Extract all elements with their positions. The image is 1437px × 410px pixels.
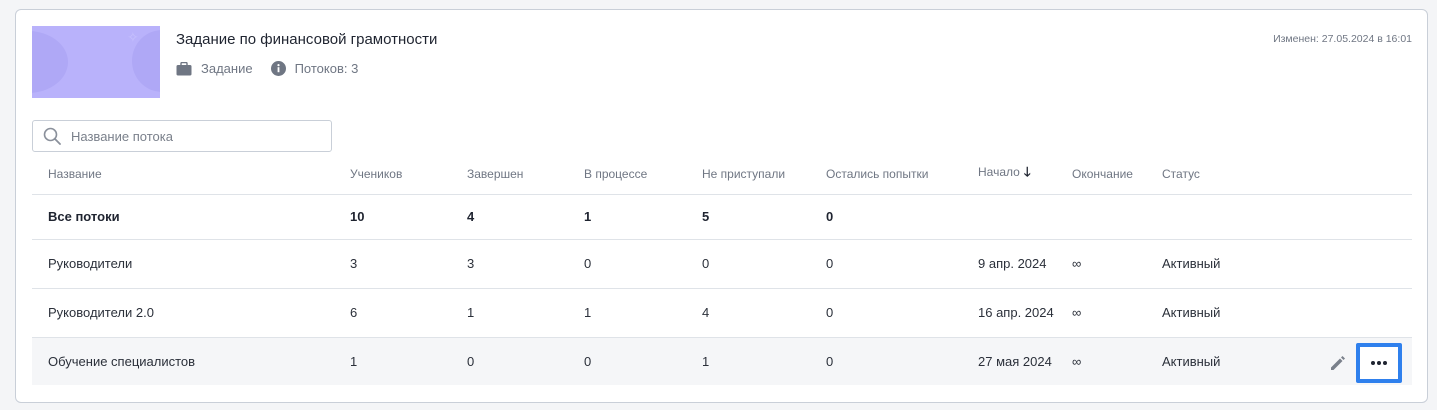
column-header-name[interactable]: Название	[32, 154, 350, 195]
cell-attempts-left: 0	[826, 288, 978, 338]
pencil-icon	[1331, 356, 1345, 370]
streams-count: Потоков: 3	[294, 61, 359, 76]
cell-status: Активный	[1162, 337, 1302, 385]
cell-in-progress: 1	[584, 194, 702, 240]
table-row[interactable]: Руководители 2.0 6 1 1 4 0 16 апр. 2024 …	[32, 288, 1412, 338]
column-header-completed[interactable]: Завершен	[467, 154, 584, 195]
table-header-row: Название Учеников Завершен В процессе Не…	[32, 154, 1412, 195]
cell-status: Активный	[1162, 239, 1302, 289]
cell-end: ∞	[1072, 239, 1162, 289]
cell-not-started: 4	[702, 288, 826, 338]
cell-name: Руководители	[32, 239, 350, 289]
cell-name: Все потоки	[32, 194, 350, 240]
cell-attempts-left: 0	[826, 194, 978, 240]
cell-in-progress: 1	[584, 288, 702, 338]
assignment-thumbnail: ✧	[32, 26, 160, 98]
column-header-end[interactable]: Окончание	[1072, 154, 1162, 195]
cell-completed: 0	[467, 337, 584, 385]
column-header-status[interactable]: Статус	[1162, 154, 1302, 195]
cell-name: Руководители 2.0	[32, 288, 350, 338]
stream-search[interactable]	[32, 120, 332, 152]
cell-completed: 1	[467, 288, 584, 338]
cell-not-started: 1	[702, 337, 826, 385]
cell-students: 1	[350, 337, 467, 385]
assignment-title: Задание по финансовой грамотности	[176, 31, 438, 48]
more-options-button[interactable]	[1356, 343, 1402, 383]
cell-students: 3	[350, 239, 467, 289]
column-header-attempts-left[interactable]: Остались попытки	[826, 154, 978, 195]
table-row[interactable]: Обучение специалистов 1 0 0 1 0 27 мая 2…	[32, 337, 1412, 385]
cell-start: 9 апр. 2024	[978, 239, 1072, 289]
cell-end: ∞	[1072, 337, 1162, 385]
sparkle-icon: ✧	[127, 29, 139, 45]
info-icon	[270, 61, 286, 76]
table-row[interactable]: Руководители 3 3 0 0 0 9 апр. 2024 ∞ Акт…	[32, 239, 1412, 289]
column-header-start-label: Начало	[978, 164, 1020, 179]
column-header-students[interactable]: Учеников	[350, 154, 467, 195]
cell-not-started: 0	[702, 239, 826, 289]
row-actions	[1326, 343, 1402, 383]
edit-button[interactable]	[1326, 351, 1350, 375]
cell-status: Активный	[1162, 288, 1302, 338]
cell-students: 6	[350, 288, 467, 338]
cell-in-progress: 0	[584, 337, 702, 385]
cell-start: 27 мая 2024	[978, 337, 1072, 385]
cell-completed: 4	[467, 194, 584, 240]
cell-attempts-left: 0	[826, 337, 978, 385]
assignment-type: Задание	[201, 61, 253, 76]
modified-timestamp: Изменен: 27.05.2024 в 16:01	[1273, 33, 1412, 45]
more-horizontal-icon	[1371, 361, 1387, 365]
streams-table: Название Учеников Завершен В процессе Не…	[32, 154, 1412, 385]
assignment-card: ✧ Задание по финансовой грамотности Зада…	[15, 9, 1428, 403]
cell-students: 10	[350, 194, 467, 240]
cell-attempts-left: 0	[826, 239, 978, 289]
assignment-meta: Задание Потоков: 3	[176, 61, 376, 76]
cell-end: ∞	[1072, 288, 1162, 338]
cell-start: 16 апр. 2024	[978, 288, 1072, 338]
cell-not-started: 5	[702, 194, 826, 240]
search-input[interactable]	[71, 128, 311, 144]
column-header-not-started[interactable]: Не приступали	[702, 154, 826, 195]
search-icon	[43, 127, 61, 145]
cell-completed: 3	[467, 239, 584, 289]
cell-name: Обучение специалистов	[32, 337, 350, 385]
sort-desc-icon: 🡓	[1023, 163, 1031, 179]
column-header-start[interactable]: Начало 🡓	[978, 154, 1072, 195]
table-total-row[interactable]: Все потоки 10 4 1 5 0	[32, 194, 1412, 240]
cell-in-progress: 0	[584, 239, 702, 289]
column-header-in-progress[interactable]: В процессе	[584, 154, 702, 195]
briefcase-icon	[176, 61, 192, 76]
